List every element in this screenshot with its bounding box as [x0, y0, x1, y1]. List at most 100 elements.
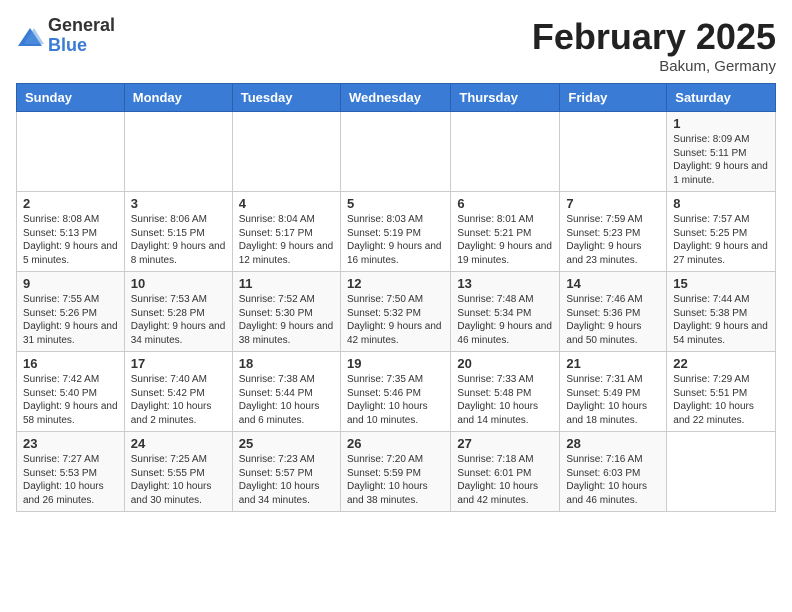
day-info: Sunrise: 7:57 AM Sunset: 5:25 PM Dayligh…: [673, 213, 769, 267]
day-number: 20: [457, 356, 553, 371]
weekday-header: Saturday: [667, 84, 776, 112]
day-number: 19: [347, 356, 444, 371]
day-number: 21: [566, 356, 660, 371]
calendar-cell: 15 Sunrise: 7:44 AM Sunset: 5:38 PM Dayli…: [667, 272, 776, 352]
calendar-cell: 5 Sunrise: 8:03 AM Sunset: 5:19 PM Daylig…: [340, 192, 450, 272]
day-number: 4: [239, 196, 334, 211]
day-info: Sunrise: 8:01 AM Sunset: 5:21 PM Dayligh…: [457, 213, 553, 267]
day-number: 23: [23, 436, 118, 451]
day-number: 8: [673, 196, 769, 211]
day-number: 15: [673, 276, 769, 291]
calendar-week-row: 9 Sunrise: 7:55 AM Sunset: 5:26 PM Daylig…: [17, 272, 776, 352]
day-info: Sunrise: 8:03 AM Sunset: 5:19 PM Dayligh…: [347, 213, 444, 267]
calendar-cell: 4 Sunrise: 8:04 AM Sunset: 5:17 PM Daylig…: [232, 192, 340, 272]
weekday-header: Tuesday: [232, 84, 340, 112]
calendar-week-row: 16 Sunrise: 7:42 AM Sunset: 5:40 PM Dayli…: [17, 352, 776, 432]
day-number: 11: [239, 276, 334, 291]
logo-icon: [16, 24, 44, 52]
calendar-cell: 20 Sunrise: 7:33 AM Sunset: 5:48 PM Dayli…: [451, 352, 560, 432]
day-info: Sunrise: 7:42 AM Sunset: 5:40 PM Dayligh…: [23, 373, 118, 427]
calendar-cell: 19 Sunrise: 7:35 AM Sunset: 5:46 PM Dayli…: [340, 352, 450, 432]
day-info: Sunrise: 7:40 AM Sunset: 5:42 PM Dayligh…: [131, 373, 226, 427]
day-number: 17: [131, 356, 226, 371]
day-info: Sunrise: 7:20 AM Sunset: 5:59 PM Dayligh…: [347, 453, 444, 507]
day-info: Sunrise: 7:31 AM Sunset: 5:49 PM Dayligh…: [566, 373, 660, 427]
day-number: 18: [239, 356, 334, 371]
weekday-header: Wednesday: [340, 84, 450, 112]
calendar-cell: 24 Sunrise: 7:25 AM Sunset: 5:55 PM Dayli…: [124, 432, 232, 512]
calendar-cell: [17, 112, 125, 192]
day-number: 5: [347, 196, 444, 211]
day-number: 25: [239, 436, 334, 451]
day-number: 3: [131, 196, 226, 211]
day-info: Sunrise: 7:55 AM Sunset: 5:26 PM Dayligh…: [23, 293, 118, 347]
calendar-week-row: 1 Sunrise: 8:09 AM Sunset: 5:11 PM Daylig…: [17, 112, 776, 192]
day-info: Sunrise: 7:38 AM Sunset: 5:44 PM Dayligh…: [239, 373, 334, 427]
calendar-cell: 22Sunrise: 7:29 AM Sunset: 5:51 PM Dayli…: [667, 352, 776, 432]
day-number: 9: [23, 276, 118, 291]
day-number: 26: [347, 436, 444, 451]
calendar-cell: 2 Sunrise: 8:08 AM Sunset: 5:13 PM Daylig…: [17, 192, 125, 272]
day-info: Sunrise: 8:09 AM Sunset: 5:11 PM Dayligh…: [673, 133, 769, 187]
day-info: Sunrise: 7:48 AM Sunset: 5:34 PM Dayligh…: [457, 293, 553, 347]
calendar-cell: 23 Sunrise: 7:27 AM Sunset: 5:53 PM Dayli…: [17, 432, 125, 512]
day-info: Sunrise: 7:25 AM Sunset: 5:55 PM Dayligh…: [131, 453, 226, 507]
day-info: Sunrise: 7:33 AM Sunset: 5:48 PM Dayligh…: [457, 373, 553, 427]
calendar-cell: 27Sunrise: 7:18 AM Sunset: 6:01 PM Dayli…: [451, 432, 560, 512]
calendar-cell: 9 Sunrise: 7:55 AM Sunset: 5:26 PM Daylig…: [17, 272, 125, 352]
calendar-cell: 1 Sunrise: 8:09 AM Sunset: 5:11 PM Daylig…: [667, 112, 776, 192]
calendar-cell: [232, 112, 340, 192]
day-number: 24: [131, 436, 226, 451]
day-info: Sunrise: 7:35 AM Sunset: 5:46 PM Dayligh…: [347, 373, 444, 427]
calendar-cell: [451, 112, 560, 192]
calendar-cell: [124, 112, 232, 192]
calendar-week-row: 23 Sunrise: 7:27 AM Sunset: 5:53 PM Dayli…: [17, 432, 776, 512]
day-number: 7: [566, 196, 660, 211]
logo-blue: Blue: [48, 36, 115, 56]
weekday-header-row: SundayMondayTuesdayWednesdayThursdayFrid…: [17, 84, 776, 112]
day-number: 2: [23, 196, 118, 211]
page-header: General Blue February 2025 Bakum, German…: [16, 16, 776, 75]
calendar-cell: 12Sunrise: 7:50 AM Sunset: 5:32 PM Dayli…: [340, 272, 450, 352]
calendar-cell: [667, 432, 776, 512]
day-number: 1: [673, 116, 769, 131]
calendar-cell: 18 Sunrise: 7:38 AM Sunset: 5:44 PM Dayli…: [232, 352, 340, 432]
day-number: 27: [457, 436, 553, 451]
day-number: 28: [566, 436, 660, 451]
calendar-cell: 10 Sunrise: 7:53 AM Sunset: 5:28 PM Dayli…: [124, 272, 232, 352]
calendar-table: SundayMondayTuesdayWednesdayThursdayFrid…: [16, 83, 776, 512]
day-number: 6: [457, 196, 553, 211]
day-number: 10: [131, 276, 226, 291]
calendar-cell: 13 Sunrise: 7:48 AM Sunset: 5:34 PM Dayli…: [451, 272, 560, 352]
day-number: 13: [457, 276, 553, 291]
day-number: 12: [347, 276, 444, 291]
calendar-cell: 17 Sunrise: 7:40 AM Sunset: 5:42 PM Dayli…: [124, 352, 232, 432]
calendar-cell: 16 Sunrise: 7:42 AM Sunset: 5:40 PM Dayli…: [17, 352, 125, 432]
day-info: Sunrise: 7:53 AM Sunset: 5:28 PM Dayligh…: [131, 293, 226, 347]
day-info: Sunrise: 7:59 AM Sunset: 5:23 PM Dayligh…: [566, 213, 660, 267]
calendar-cell: 25 Sunrise: 7:23 AM Sunset: 5:57 PM Dayli…: [232, 432, 340, 512]
calendar-cell: 7 Sunrise: 7:59 AM Sunset: 5:23 PM Daylig…: [560, 192, 667, 272]
calendar-cell: 6 Sunrise: 8:01 AM Sunset: 5:21 PM Daylig…: [451, 192, 560, 272]
logo: General Blue: [16, 16, 115, 56]
day-number: 14: [566, 276, 660, 291]
calendar-week-row: 2 Sunrise: 8:08 AM Sunset: 5:13 PM Daylig…: [17, 192, 776, 272]
calendar-cell: 11 Sunrise: 7:52 AM Sunset: 5:30 PM Dayli…: [232, 272, 340, 352]
day-info: Sunrise: 8:04 AM Sunset: 5:17 PM Dayligh…: [239, 213, 334, 267]
calendar-cell: [340, 112, 450, 192]
day-info: Sunrise: 7:27 AM Sunset: 5:53 PM Dayligh…: [23, 453, 118, 507]
month-title: February 2025: [532, 16, 776, 58]
weekday-header: Thursday: [451, 84, 560, 112]
weekday-header: Monday: [124, 84, 232, 112]
calendar-cell: [560, 112, 667, 192]
title-block: February 2025 Bakum, Germany: [532, 16, 776, 75]
day-info: Sunrise: 7:23 AM Sunset: 5:57 PM Dayligh…: [239, 453, 334, 507]
weekday-header: Sunday: [17, 84, 125, 112]
day-info: Sunrise: 8:08 AM Sunset: 5:13 PM Dayligh…: [23, 213, 118, 267]
calendar-cell: 14Sunrise: 7:46 AM Sunset: 5:36 PM Dayli…: [560, 272, 667, 352]
weekday-header: Friday: [560, 84, 667, 112]
day-info: Sunrise: 7:52 AM Sunset: 5:30 PM Dayligh…: [239, 293, 334, 347]
calendar-cell: 8 Sunrise: 7:57 AM Sunset: 5:25 PM Daylig…: [667, 192, 776, 272]
day-number: 16: [23, 356, 118, 371]
day-info: Sunrise: 7:44 AM Sunset: 5:38 PM Dayligh…: [673, 293, 769, 347]
